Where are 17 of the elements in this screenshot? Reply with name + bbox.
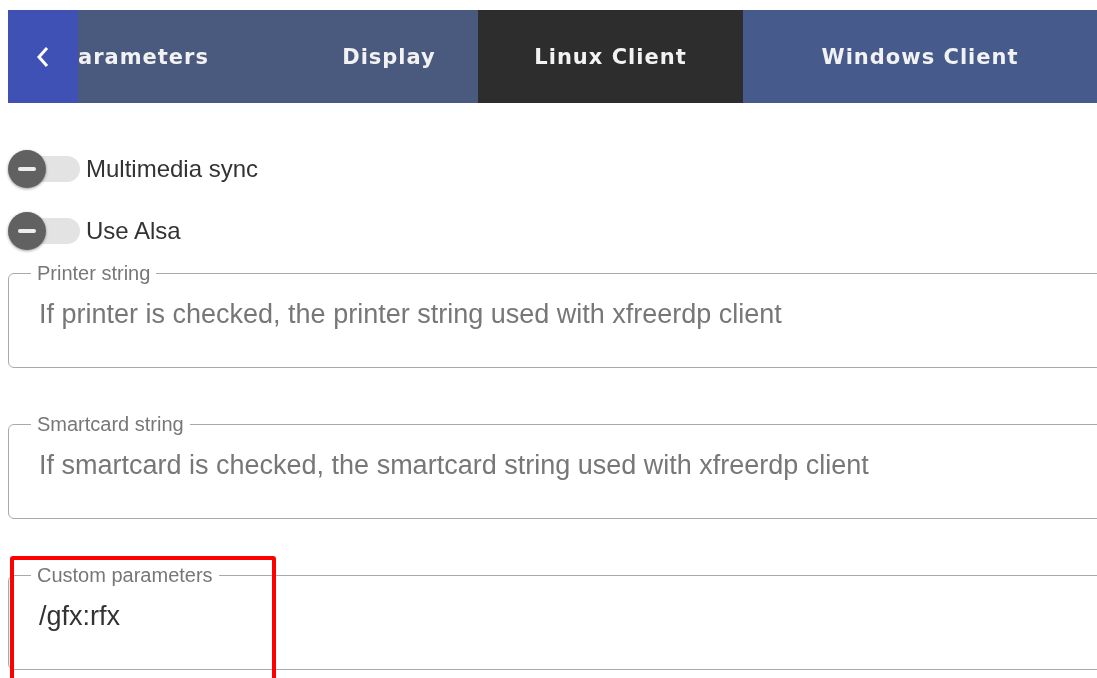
tab[interactable]: Linux Client: [478, 10, 743, 103]
input-field[interactable]: /gfx:rfx: [39, 601, 1097, 632]
toggle-label: Use Alsa: [86, 217, 181, 245]
toggle-switch[interactable]: [8, 210, 80, 252]
tab[interactable]: arameters: [78, 10, 300, 103]
field-label: Smartcard string: [36, 413, 185, 436]
input-field[interactable]: If printer is checked, the printer string used with xfreerdp client: [39, 299, 1097, 330]
text-field[interactable]: Printer string If printer is checked, the printer string used with xfreerdp client: [8, 262, 1097, 368]
chevron-left-icon: [36, 44, 50, 69]
text-field[interactable]: Smartcard string If smartcard is checked, the smartcard string used with xfreerdp client: [8, 413, 1097, 519]
input-field[interactable]: If smartcard is checked, the smartcard string used with xfreerdp client: [39, 450, 1097, 481]
field-label: Printer string: [36, 262, 152, 285]
toggle-switch[interactable]: [8, 148, 80, 190]
tab[interactable]: Display: [300, 10, 478, 103]
tab[interactable]: Windows Client: [743, 10, 1097, 103]
field-label: Custom parameters: [36, 564, 214, 587]
toggle-label: Multimedia sync: [86, 155, 259, 183]
